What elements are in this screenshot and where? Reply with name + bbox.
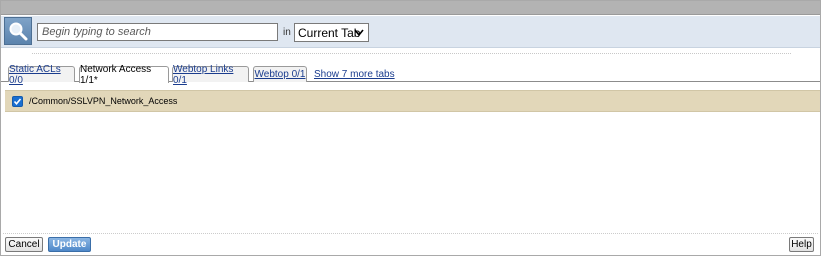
magnifier-icon — [9, 22, 28, 41]
checkmark-icon — [13, 97, 22, 105]
list-item[interactable]: /Common/SSLVPN_Network_Access — [5, 90, 820, 112]
row-checkbox[interactable] — [12, 95, 23, 107]
search-bar: in Current Tab — [1, 16, 820, 48]
tab-strip: Static ACLs 0/0 Network Access 1/1* Webt… — [1, 64, 820, 86]
title-bar — [1, 1, 820, 15]
in-label: in — [283, 27, 291, 38]
tab-network-access[interactable]: Network Access 1/1* — [79, 64, 169, 86]
footer-separator — [3, 233, 818, 234]
cancel-button[interactable]: Cancel — [5, 237, 43, 252]
chevron-down-icon — [354, 29, 364, 37]
update-button[interactable]: Update — [48, 237, 91, 252]
scope-select[interactable]: Current Tab — [294, 23, 369, 42]
search-button[interactable] — [4, 17, 32, 45]
search-input[interactable] — [37, 23, 278, 41]
separator — [32, 53, 791, 54]
tab-static-acls[interactable]: Static ACLs 0/0 — [8, 64, 75, 86]
help-button[interactable]: Help — [789, 237, 814, 252]
tab-webtop[interactable]: Webtop 0/1 — [253, 66, 307, 82]
show-more-tabs-link[interactable]: Show 7 more tabs — [314, 69, 395, 80]
dialog-frame: in Current Tab Static ACLs 0/0 Network A… — [0, 0, 821, 256]
tab-webtop-links[interactable]: Webtop Links 0/1 — [172, 64, 249, 86]
row-label: /Common/SSLVPN_Network_Access — [29, 96, 178, 106]
scope-select-value: Current Tab — [298, 25, 361, 40]
